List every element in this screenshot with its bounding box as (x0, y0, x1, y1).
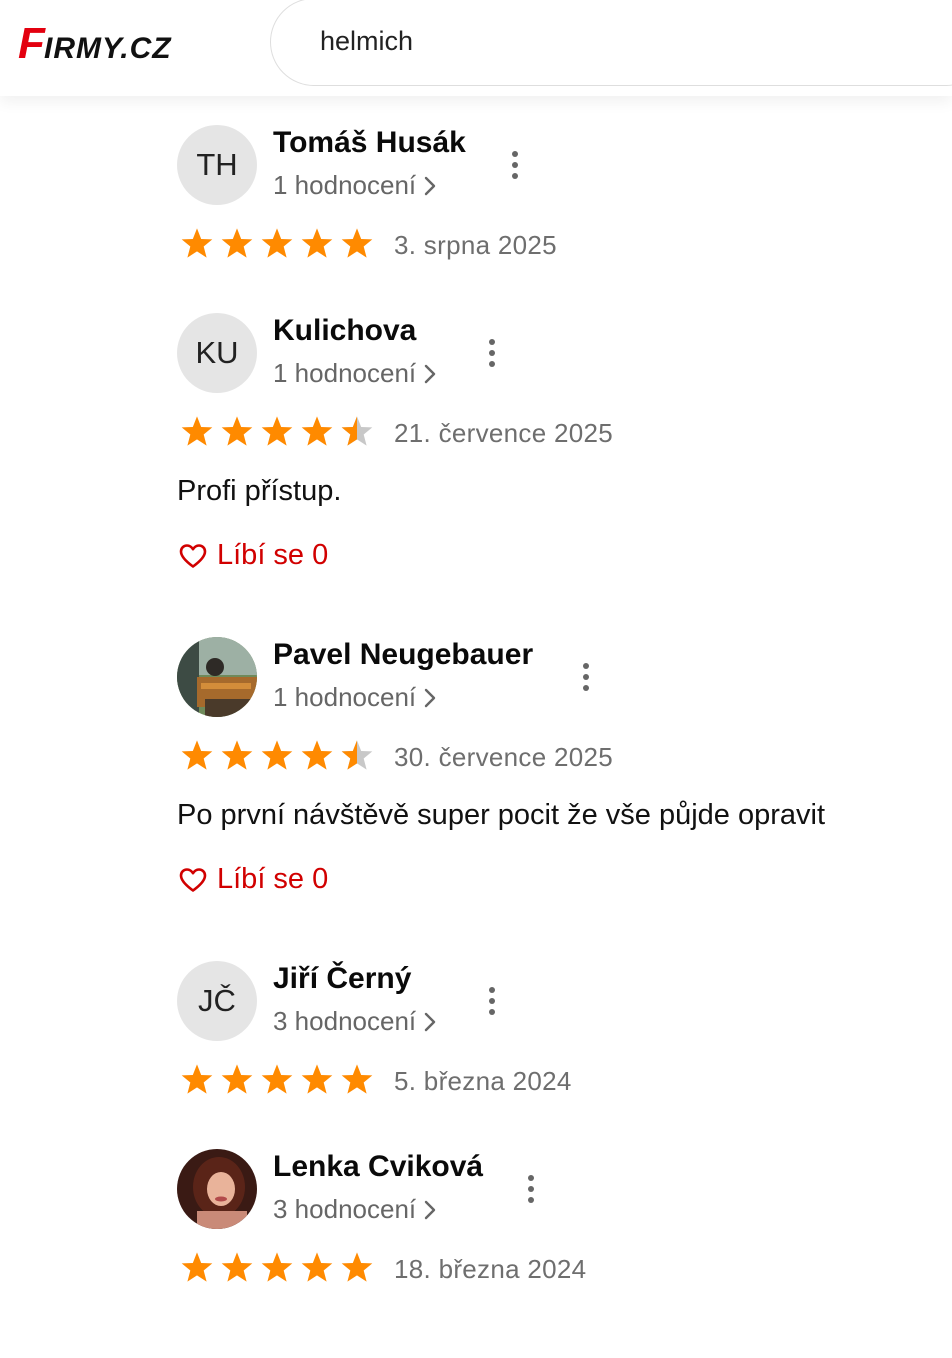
star-icon (180, 1063, 214, 1095)
star-rating (180, 227, 374, 259)
star-rating (180, 415, 374, 447)
heart-icon (179, 867, 207, 893)
avatar-initials: KU (195, 335, 239, 370)
heart-icon (179, 543, 207, 569)
star-icon (180, 415, 214, 447)
review-date: 18. března 2024 (394, 1254, 587, 1284)
review-count: 3 hodnocení (273, 1006, 417, 1036)
avatar[interactable] (177, 637, 257, 717)
review-count-link[interactable]: 1 hodnocení (273, 358, 436, 389)
review-count-link[interactable]: 3 hodnocení (273, 1194, 436, 1225)
photo-avatar-icon (177, 1149, 257, 1229)
star-icon (180, 739, 214, 771)
like-button[interactable]: Líbí se 0 (179, 539, 328, 572)
review-count-link[interactable]: 1 hodnocení (273, 170, 436, 201)
review-count: 1 hodnocení (273, 682, 417, 712)
review-text: Po první návštěvě super pocit že vše půj… (177, 799, 826, 831)
chevron-right-icon (424, 364, 436, 384)
like-label: Líbí se 0 (217, 539, 329, 571)
like-button[interactable]: Líbí se 0 (179, 863, 328, 896)
star-icon (260, 227, 294, 259)
svg-text:F: F (18, 19, 46, 68)
star-icon (180, 1251, 214, 1283)
star-rating (180, 1063, 374, 1095)
star-icon (220, 415, 254, 447)
avatar[interactable]: TH (177, 125, 257, 205)
review-date: 21. července 2025 (394, 418, 614, 448)
review-text: Profi přístup. (177, 475, 342, 507)
star-rating (180, 739, 374, 771)
star-icon (220, 227, 254, 259)
chevron-right-icon (424, 688, 436, 708)
review-count-link[interactable]: 1 hodnocení (273, 682, 436, 713)
reviewer-name[interactable]: Jiří Černý (273, 962, 411, 996)
reviewer-name[interactable]: Tomáš Husák (273, 126, 466, 160)
more-options-icon[interactable] (574, 657, 598, 697)
more-options-icon[interactable] (519, 1169, 543, 1209)
star-icon (260, 1063, 294, 1095)
avatar-initials: JČ (198, 983, 236, 1018)
star-half-icon (340, 739, 374, 771)
avatar[interactable]: KU (177, 313, 257, 393)
reviewer-name[interactable]: Pavel Neugebauer (273, 638, 533, 672)
reviewer-name[interactable]: Kulichova (273, 314, 416, 348)
star-rating (180, 1251, 374, 1283)
star-half-icon (340, 415, 374, 447)
avatar[interactable]: JČ (177, 961, 257, 1041)
chevron-right-icon (424, 176, 436, 196)
search-box[interactable] (270, 0, 952, 86)
chevron-right-icon (424, 1012, 436, 1032)
svg-text:IRMY.CZ: IRMY.CZ (44, 32, 172, 65)
review-date: 3. srpna 2025 (394, 230, 557, 260)
star-icon (260, 1251, 294, 1283)
chevron-right-icon (424, 1200, 436, 1220)
more-options-icon[interactable] (503, 145, 527, 185)
star-icon (300, 739, 334, 771)
star-icon (300, 415, 334, 447)
review-count-link[interactable]: 3 hodnocení (273, 1006, 436, 1037)
more-options-icon[interactable] (480, 981, 504, 1021)
star-icon (300, 1251, 334, 1283)
review-count: 1 hodnocení (273, 358, 417, 388)
photo-avatar-icon (177, 637, 257, 717)
search-input[interactable] (320, 23, 880, 59)
star-icon (300, 1063, 334, 1095)
star-icon (340, 227, 374, 259)
review-date: 30. července 2025 (394, 742, 614, 772)
firmy-logo[interactable]: F IRMY.CZ (16, 14, 242, 68)
avatar-initials: TH (196, 147, 238, 182)
more-options-icon[interactable] (480, 333, 504, 373)
top-bar: F IRMY.CZ (0, 0, 952, 96)
star-icon (300, 227, 334, 259)
like-label: Líbí se 0 (217, 863, 329, 895)
review-count: 3 hodnocení (273, 1194, 417, 1224)
reviewer-name[interactable]: Lenka Cviková (273, 1150, 483, 1184)
avatar[interactable] (177, 1149, 257, 1229)
star-icon (180, 227, 214, 259)
star-icon (260, 739, 294, 771)
star-icon (220, 1063, 254, 1095)
star-icon (340, 1063, 374, 1095)
star-icon (260, 415, 294, 447)
star-icon (220, 1251, 254, 1283)
review-date: 5. března 2024 (394, 1066, 572, 1096)
star-icon (220, 739, 254, 771)
review-count: 1 hodnocení (273, 170, 417, 200)
star-icon (340, 1251, 374, 1283)
